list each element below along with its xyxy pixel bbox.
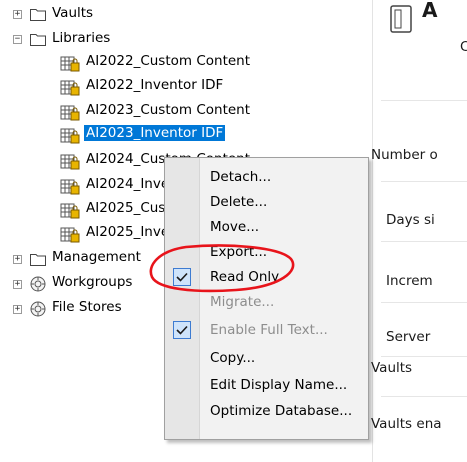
expand-icon[interactable]: +: [13, 255, 22, 264]
divider: [381, 181, 467, 182]
menu-item-label: Enable Full Text...: [210, 321, 328, 338]
library-database-icon: [60, 128, 80, 144]
menu-item-enable-full-text: Enable Full Text...: [165, 317, 368, 342]
tree-node-label: File Stores: [52, 299, 122, 315]
library-database-icon: [60, 203, 80, 219]
menu-item-read-only[interactable]: Read Only: [165, 264, 368, 289]
library-database-icon: [60, 227, 80, 243]
folder-icon: [30, 254, 46, 266]
menu-item-label: Optimize Database...: [210, 402, 353, 419]
folder-icon: [30, 34, 46, 46]
menu-item-move[interactable]: Move...: [165, 214, 368, 239]
menu-item-optimize-database[interactable]: Optimize Database...: [165, 398, 368, 423]
details-pane: A C Number o Days si Increm Server Vault…: [371, 0, 467, 462]
menu-item-label: Migrate...: [210, 293, 275, 310]
menu-item-label: Delete...: [210, 193, 268, 210]
details-row-label: Increm: [386, 273, 433, 289]
menu-item-copy[interactable]: Copy...: [165, 345, 368, 370]
details-row-label: Days si: [386, 212, 435, 228]
tree-node-label: Vaults: [52, 5, 94, 21]
menu-item-label: Read Only: [210, 268, 280, 285]
tree-node-label: Management: [52, 249, 141, 265]
tree-node-label: Libraries: [52, 30, 111, 46]
details-row-label: Vaults ena: [371, 416, 442, 432]
menu-item-delete[interactable]: Delete...: [165, 189, 368, 214]
checkmark-icon: [173, 267, 191, 286]
menu-item-label: Detach...: [210, 168, 272, 185]
menu-item-label: Edit Display Name...: [210, 376, 348, 393]
expand-icon[interactable]: +: [13, 280, 22, 289]
divider: [381, 100, 467, 101]
details-header-subtitle: C: [460, 39, 467, 55]
collapse-icon[interactable]: −: [13, 35, 22, 44]
tree-node-label: AI2022_Inventor IDF: [86, 77, 224, 93]
library-database-icon: [60, 105, 80, 121]
menu-item-label: Export...: [210, 243, 268, 260]
details-row-label: Vaults: [371, 360, 413, 376]
details-row-label: Server: [386, 329, 431, 345]
tree-node-label: AI2023_Custom Content: [86, 102, 251, 118]
server-icon: [390, 5, 412, 33]
tree-node-label: Workgroups: [52, 274, 133, 290]
menu-item-label: Copy...: [210, 349, 256, 366]
divider: [381, 302, 467, 303]
divider: [381, 396, 467, 397]
menu-item-label: Move...: [210, 218, 260, 235]
context-menu: Detach... Delete... Move... Export... Re…: [164, 157, 369, 440]
expand-icon[interactable]: +: [13, 305, 22, 314]
divider: [381, 241, 467, 242]
menu-item-edit-display-name[interactable]: Edit Display Name...: [165, 372, 368, 397]
library-database-icon: [60, 154, 80, 170]
library-database-icon: [60, 179, 80, 195]
expand-icon[interactable]: +: [13, 10, 22, 19]
workgroup-icon: [30, 276, 46, 292]
divider: [381, 356, 467, 357]
folder-icon: [30, 9, 46, 21]
tree-node-label: AI2022_Custom Content: [86, 53, 251, 69]
menu-item-migrate: Migrate...: [165, 289, 368, 314]
details-header-title: A: [422, 0, 438, 22]
tree-node-label: AI2023_Inventor IDF: [84, 125, 226, 141]
file-store-icon: [30, 301, 46, 317]
checkmark-icon: [173, 320, 191, 339]
library-database-icon: [60, 56, 80, 72]
menu-item-detach[interactable]: Detach...: [165, 164, 368, 189]
library-database-icon: [60, 80, 80, 96]
menu-item-export[interactable]: Export...: [165, 239, 368, 264]
details-row-label: Number o: [371, 147, 438, 163]
